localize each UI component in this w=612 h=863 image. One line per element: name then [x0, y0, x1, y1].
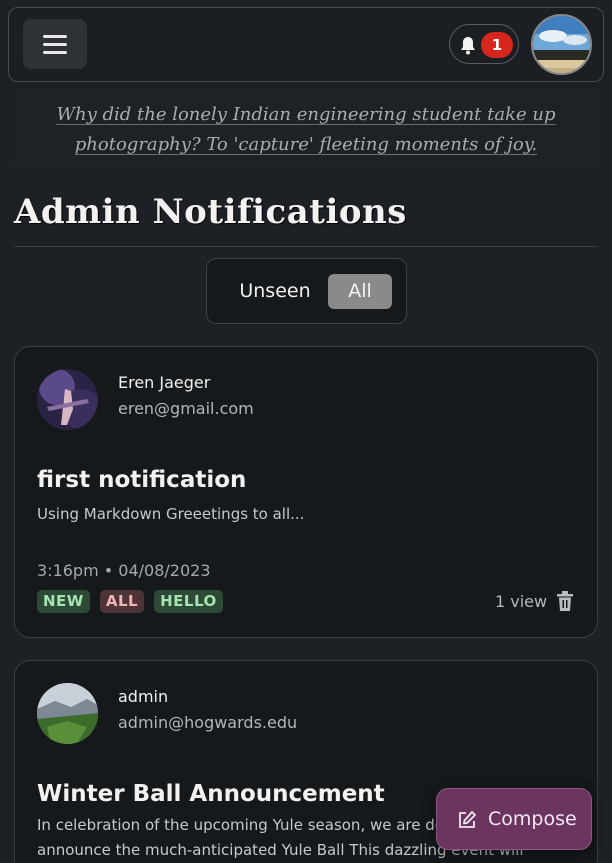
sender-name: Eren Jaeger [118, 373, 211, 392]
notification-body: Using Markdown Greeetings to all... [37, 505, 305, 523]
menu-icon [43, 34, 67, 38]
menu-icon-bar [43, 42, 67, 46]
bell-icon [461, 37, 475, 55]
menu-icon-bar [43, 50, 67, 54]
filter-toggle: Unseen All [206, 258, 407, 324]
tag-new: NEW [37, 590, 90, 613]
avatar-admin-image [37, 683, 98, 744]
sender-email: admin@hogwards.edu [118, 713, 298, 732]
compose-label: Compose [488, 808, 577, 830]
tag-hello: HELLO [154, 590, 223, 613]
compose-button[interactable]: Compose [436, 788, 592, 850]
trash-icon[interactable] [555, 590, 575, 612]
tag-all: ALL [99, 590, 145, 613]
notification-title: first notification [37, 467, 247, 493]
avatar-beach-image [533, 16, 590, 73]
sender-email: eren@gmail.com [118, 399, 254, 418]
notifications-button[interactable]: 1 [449, 24, 519, 64]
user-avatar[interactable] [531, 14, 592, 75]
notification-title: Winter Ball Announcement [37, 781, 385, 807]
view-count: 1 view [495, 592, 548, 611]
notification-card[interactable]: Eren Jaeger eren@gmail.com first notific… [14, 346, 598, 638]
page-title: Admin Notifications [14, 192, 407, 232]
notification-count-badge: 1 [481, 32, 513, 58]
joke-line-2: photography? To 'capture' fleeting momen… [74, 134, 538, 155]
tag-list: NEW ALL HELLO [37, 590, 223, 613]
notification-timestamp: 3:16pm • 04/08/2023 [37, 561, 211, 580]
joke-line-1: Why did the lonely Indian engineering st… [56, 104, 556, 125]
title-divider [14, 246, 598, 247]
sender-avatar [37, 683, 98, 744]
joke-banner: Why did the lonely Indian engineering st… [12, 94, 600, 164]
edit-icon [459, 811, 476, 828]
filter-unseen[interactable]: Unseen [227, 273, 323, 309]
sender-avatar [37, 369, 98, 430]
sender-name: admin [118, 687, 169, 706]
avatar-eren-image [37, 369, 98, 430]
top-bar: 1 [8, 7, 604, 82]
filter-all[interactable]: All [328, 274, 392, 309]
menu-button[interactable] [23, 19, 87, 69]
